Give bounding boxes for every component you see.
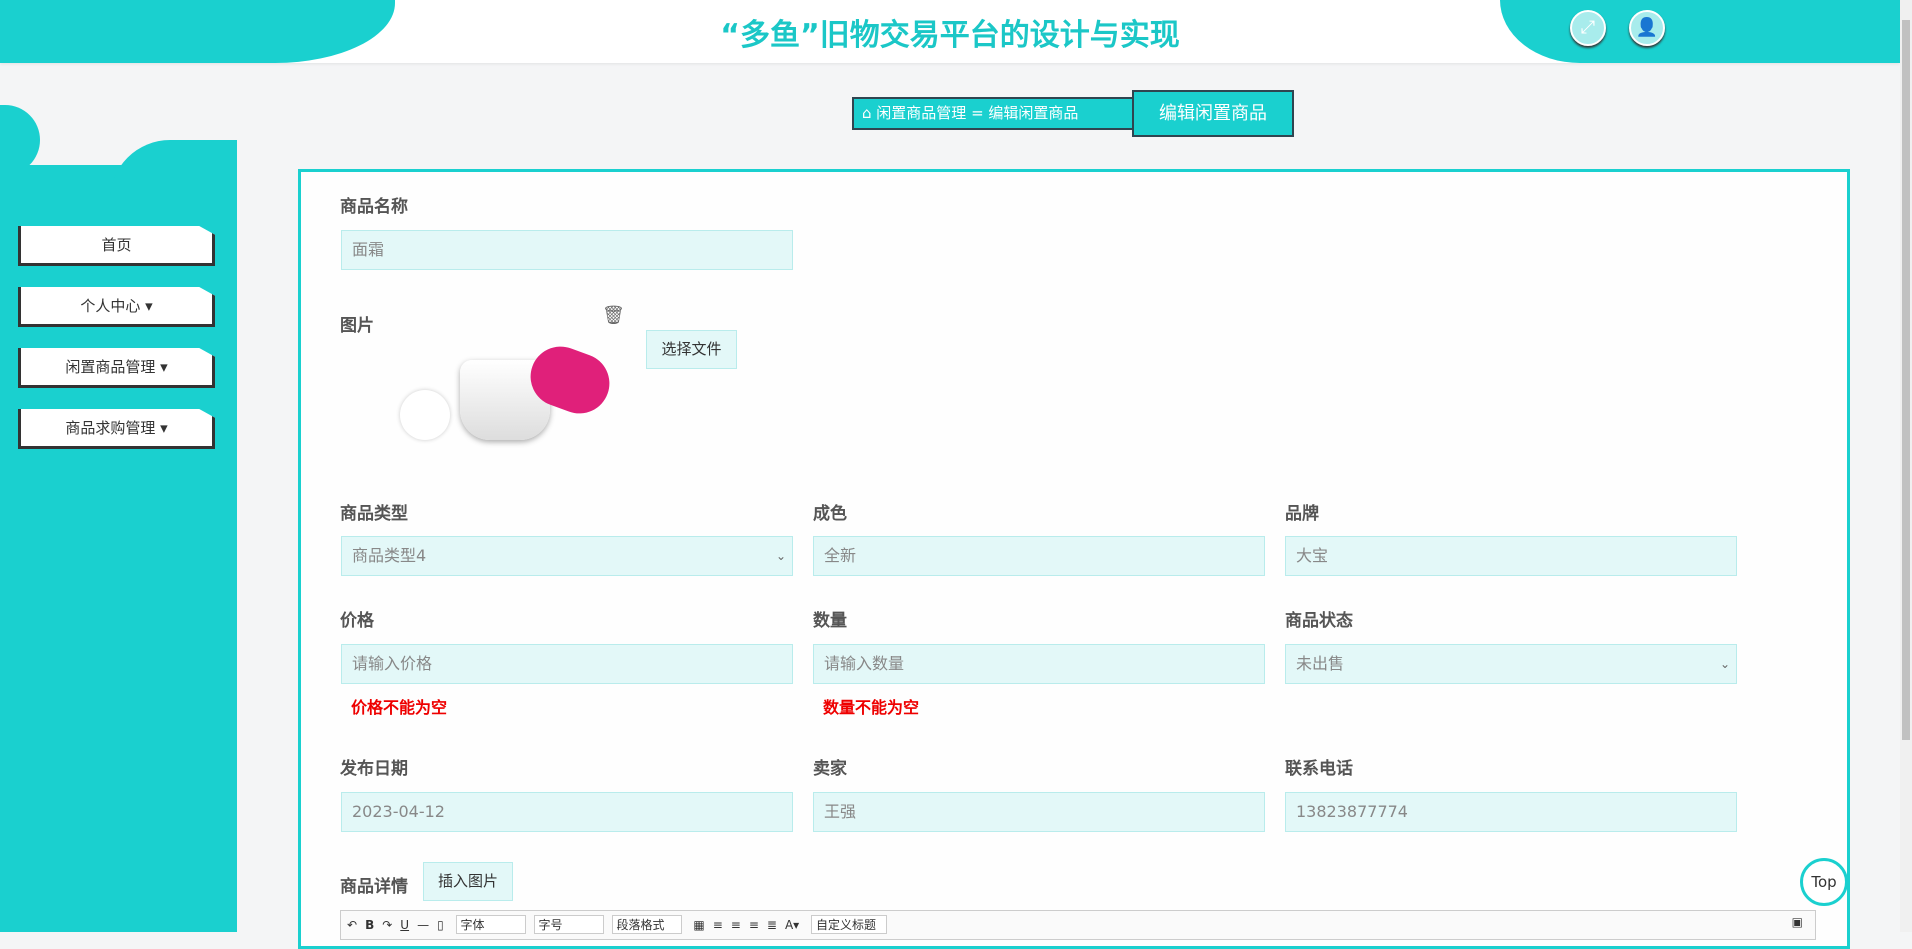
insert-image-button[interactable]: 插入图片 — [423, 862, 513, 901]
phone-input[interactable]: 13823877774 — [1285, 792, 1737, 832]
size-select[interactable]: 字号 — [533, 915, 604, 934]
type-value: 商品类型4 — [352, 546, 427, 565]
align-right-icon[interactable]: ≡ — [731, 918, 741, 932]
font-select[interactable]: 字体 — [455, 915, 526, 934]
underline-icon[interactable]: U — [400, 918, 409, 932]
fullscreen-icon[interactable]: ⤢ — [1570, 10, 1606, 46]
condition-input[interactable]: 全新 — [813, 536, 1265, 576]
justify-icon[interactable]: ≣ — [767, 918, 777, 932]
quantity-label: 数量 — [813, 611, 847, 631]
page-title: “多鱼”旧物交易平台的设计与实现 — [720, 18, 1180, 53]
seller-label: 卖家 — [813, 759, 847, 779]
header: “多鱼”旧物交易平台的设计与实现 ⤢ 👤 — [0, 0, 1900, 63]
chevron-down-icon: ⌄ — [775, 549, 786, 563]
price-input[interactable]: 请输入价格 — [341, 644, 793, 684]
seller-input[interactable]: 王强 — [813, 792, 1265, 832]
sidebar-item-purchase[interactable]: 商品求购管理 ▾ — [18, 409, 215, 449]
undo-icon[interactable]: ↶ — [347, 918, 357, 932]
editor-toolbar: ↶ B ↷ U — ▯ 字体 字号 段落格式 ▦ ≡ ≡ ≡ ≣ A▾ 自定义标题 ▣ — [340, 910, 1816, 940]
price-error: 价格不能为空 — [351, 698, 448, 717]
sidebar-item-idle-goods[interactable]: 闲置商品管理 ▾ — [18, 348, 215, 388]
page-icon[interactable]: ▯ — [437, 918, 444, 932]
align-center-icon[interactable]: ≡ — [749, 918, 759, 932]
scrollbar-thumb[interactable] — [1902, 20, 1910, 740]
name-label: 商品名称 — [340, 197, 408, 217]
brand-input[interactable]: 大宝 — [1285, 536, 1737, 576]
brand-label: 品牌 — [1285, 504, 1319, 524]
detail-label: 商品详情 — [340, 877, 408, 897]
name-input[interactable]: 面霜 — [341, 230, 793, 270]
price-label: 价格 — [340, 611, 374, 631]
sidebar — [0, 165, 237, 932]
status-value: 未出售 — [1296, 654, 1345, 673]
condition-label: 成色 — [813, 504, 847, 524]
status-select[interactable]: 未出售 ⌄ — [1285, 644, 1737, 684]
preview-icon[interactable]: ▣ — [1792, 915, 1803, 929]
paragraph-select[interactable]: 段落格式 — [611, 915, 682, 934]
type-label: 商品类型 — [340, 504, 408, 524]
quantity-error: 数量不能为空 — [823, 698, 920, 717]
type-select[interactable]: 商品类型4 ⌄ — [341, 536, 793, 576]
date-label: 发布日期 — [340, 759, 408, 779]
phone-label: 联系电话 — [1285, 759, 1353, 779]
home-icon[interactable]: ⌂ — [862, 104, 876, 122]
product-image — [390, 330, 622, 463]
custom-title-select[interactable]: 自定义标题 — [811, 915, 887, 934]
breadcrumb-path[interactable]: 闲置商品管理 = 编辑闲置商品 — [876, 104, 1078, 122]
quantity-input[interactable]: 请输入数量 — [813, 644, 1265, 684]
image-label: 图片 — [340, 316, 374, 336]
breadcrumb: ⌂ 闲置商品管理 = 编辑闲置商品 — [852, 97, 1134, 130]
decor-wave — [110, 140, 237, 200]
align-left-icon[interactable]: ≡ — [713, 918, 723, 932]
breadcrumb-active: 编辑闲置商品 — [1132, 90, 1294, 137]
font-color-icon[interactable]: A▾ — [785, 918, 799, 932]
chevron-down-icon: ⌄ — [1719, 657, 1730, 671]
sidebar-item-home[interactable]: 首页 — [18, 226, 215, 266]
hr-icon[interactable]: — — [417, 918, 429, 932]
bold-icon[interactable]: B — [365, 918, 374, 932]
sidebar-item-personal[interactable]: 个人中心 ▾ — [18, 287, 215, 327]
redo-icon[interactable]: ↷ — [382, 918, 392, 932]
table-icon[interactable]: ▦ — [693, 918, 704, 932]
back-to-top-button[interactable]: Top — [1800, 858, 1848, 906]
status-label: 商品状态 — [1285, 611, 1353, 631]
date-input[interactable]: 2023-04-12 — [341, 792, 793, 832]
trash-icon[interactable]: 🗑 — [602, 305, 625, 326]
user-icon[interactable]: 👤 — [1629, 10, 1665, 46]
choose-file-button[interactable]: 选择文件 — [646, 330, 737, 369]
